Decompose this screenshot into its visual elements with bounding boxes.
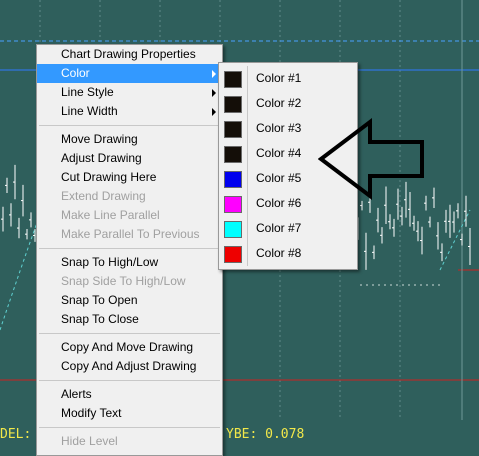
menu-separator bbox=[39, 333, 220, 334]
color-swatch bbox=[224, 146, 242, 163]
menu-item-cut-drawing-here[interactable]: Cut Drawing Here bbox=[37, 168, 222, 187]
menu-item-make-line-parallel[interactable]: Make Line Parallel bbox=[37, 206, 222, 225]
menu-item-snap-to-close[interactable]: Snap To Close bbox=[37, 310, 222, 329]
menu-item-label: Make Line Parallel bbox=[61, 208, 160, 222]
menu-item-alerts[interactable]: Alerts bbox=[37, 385, 222, 404]
menu-item-label: Line Width bbox=[61, 104, 118, 118]
menu-item-label: Chart Drawing Properties bbox=[61, 47, 196, 61]
color-swatch bbox=[224, 96, 242, 113]
color-swatch bbox=[224, 246, 242, 263]
menu-item-label: Snap Side To High/Low bbox=[61, 274, 186, 288]
color-option-label: Color #6 bbox=[256, 196, 302, 210]
menu-item-label: Move Drawing bbox=[61, 132, 138, 146]
menu-item-copy-and-move-drawing[interactable]: Copy And Move Drawing bbox=[37, 338, 222, 357]
menu-item-chart-drawing-properties[interactable]: Chart Drawing Properties bbox=[37, 45, 222, 64]
menu-item-line-style[interactable]: Line Style bbox=[37, 83, 222, 102]
color-option-label: Color #3 bbox=[256, 121, 302, 135]
menu-item-label: Alerts bbox=[61, 387, 92, 401]
menu-item-label: Snap To Open bbox=[61, 293, 138, 307]
submenu-arrow-icon bbox=[212, 70, 216, 78]
color-swatch bbox=[224, 171, 242, 188]
menu-item-label: Cut Drawing Here bbox=[61, 170, 157, 184]
status-label-left: DEL: bbox=[0, 427, 32, 442]
color-option-label: Color #4 bbox=[256, 146, 302, 160]
submenu-arrow-icon bbox=[212, 89, 216, 97]
menu-item-label: Line Style bbox=[61, 85, 114, 99]
color-swatch bbox=[224, 221, 242, 238]
menu-item-snap-side-to-high-low[interactable]: Snap Side To High/Low bbox=[37, 272, 222, 291]
menu-item-label: Snap To Close bbox=[61, 312, 139, 326]
menu-item-adjust-drawing[interactable]: Adjust Drawing bbox=[37, 149, 222, 168]
menu-item-label: Make Parallel To Previous bbox=[61, 227, 200, 241]
menu-item-modify-text[interactable]: Modify Text bbox=[37, 404, 222, 423]
menu-separator bbox=[39, 380, 220, 381]
menu-item-snap-to-open[interactable]: Snap To Open bbox=[37, 291, 222, 310]
menu-item-extend-drawing[interactable]: Extend Drawing bbox=[37, 187, 222, 206]
submenu-arrow-icon bbox=[212, 108, 216, 116]
color-option-7[interactable]: Color #7 bbox=[219, 216, 357, 241]
menu-item-copy-and-adjust-drawing[interactable]: Copy And Adjust Drawing bbox=[37, 357, 222, 376]
menu-separator bbox=[39, 125, 220, 126]
color-swatch bbox=[224, 121, 242, 138]
menu-item-label: Hide Level bbox=[61, 434, 118, 448]
menu-item-label: Extend Drawing bbox=[61, 189, 146, 203]
menu-item-label: Snap To High/Low bbox=[61, 255, 159, 269]
menu-item-color[interactable]: Color bbox=[37, 64, 222, 83]
menu-item-make-parallel-to-previous[interactable]: Make Parallel To Previous bbox=[37, 225, 222, 244]
color-option-label: Color #5 bbox=[256, 171, 302, 185]
color-swatch bbox=[224, 71, 242, 88]
menu-item-label: Adjust Drawing bbox=[61, 151, 142, 165]
status-label-right: YBE: 0.078 bbox=[226, 427, 305, 442]
color-option-8[interactable]: Color #8 bbox=[219, 241, 357, 266]
hollow-left-arrow-icon bbox=[318, 118, 424, 200]
menu-item-label: Color bbox=[61, 66, 90, 80]
color-option-label: Color #8 bbox=[256, 246, 302, 260]
menu-item-move-drawing[interactable]: Move Drawing bbox=[37, 130, 222, 149]
color-option-label: Color #2 bbox=[256, 96, 302, 110]
color-option-2[interactable]: Color #2 bbox=[219, 91, 357, 116]
context-menu: Chart Drawing Properties Color Line Style L… bbox=[36, 44, 223, 456]
color-option-1[interactable]: Color #1 bbox=[219, 66, 357, 91]
menu-item-hide-level[interactable]: Hide Level bbox=[37, 432, 222, 451]
menu-item-label: Copy And Adjust Drawing bbox=[61, 359, 197, 373]
color-swatch bbox=[224, 196, 242, 213]
menu-item-label: Copy And Move Drawing bbox=[61, 340, 194, 354]
menu-item-line-width[interactable]: Line Width bbox=[37, 102, 222, 121]
menu-item-snap-to-high-low[interactable]: Snap To High/Low bbox=[37, 253, 222, 272]
color-option-label: Color #1 bbox=[256, 71, 302, 85]
color-option-label: Color #7 bbox=[256, 221, 302, 235]
menu-item-label: Modify Text bbox=[61, 406, 122, 420]
menu-separator bbox=[39, 427, 220, 428]
menu-separator bbox=[39, 248, 220, 249]
